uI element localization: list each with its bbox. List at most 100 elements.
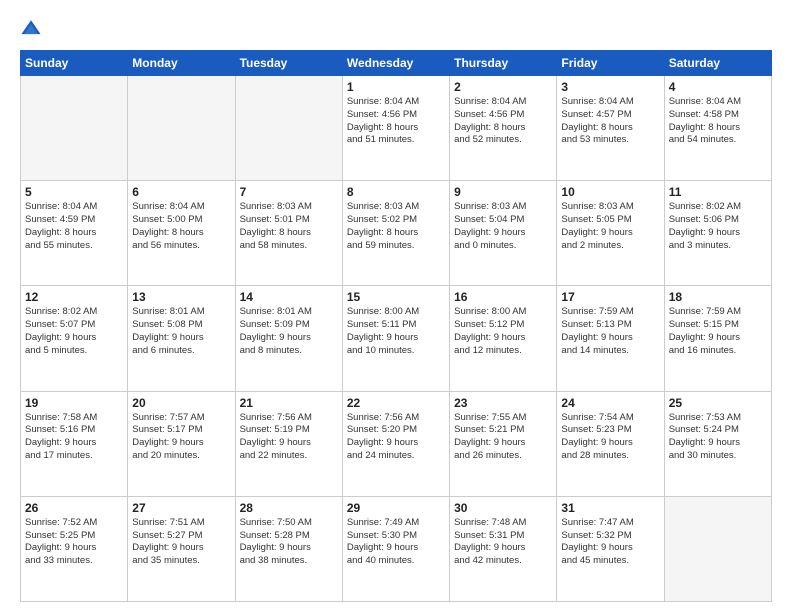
- day-cell: 21 Sunrise: 7:56 AM Sunset: 5:19 PM Dayli…: [235, 391, 342, 496]
- day-detail: Sunrise: 7:54 AM Sunset: 5:23 PM Dayligh…: [561, 412, 659, 463]
- day-cell: 14 Sunrise: 8:01 AM Sunset: 5:09 PM Dayli…: [235, 286, 342, 391]
- day-detail: Sunrise: 8:02 AM Sunset: 5:07 PM Dayligh…: [25, 306, 123, 357]
- day-detail: Sunrise: 8:04 AM Sunset: 4:58 PM Dayligh…: [669, 96, 767, 147]
- day-number: 27: [132, 501, 230, 515]
- day-number: 30: [454, 501, 552, 515]
- day-detail: Sunrise: 8:03 AM Sunset: 5:02 PM Dayligh…: [347, 201, 445, 252]
- day-number: 18: [669, 290, 767, 304]
- logo-icon: [20, 18, 42, 40]
- day-detail: Sunrise: 8:04 AM Sunset: 4:57 PM Dayligh…: [561, 96, 659, 147]
- day-number: 23: [454, 396, 552, 410]
- day-number: 16: [454, 290, 552, 304]
- day-detail: Sunrise: 7:56 AM Sunset: 5:20 PM Dayligh…: [347, 412, 445, 463]
- day-cell: 18 Sunrise: 7:59 AM Sunset: 5:15 PM Dayli…: [664, 286, 771, 391]
- day-detail: Sunrise: 7:49 AM Sunset: 5:30 PM Dayligh…: [347, 517, 445, 568]
- day-number: 4: [669, 80, 767, 94]
- day-cell: 4 Sunrise: 8:04 AM Sunset: 4:58 PM Daylig…: [664, 76, 771, 181]
- weekday-header-row: SundayMondayTuesdayWednesdayThursdayFrid…: [21, 51, 772, 76]
- weekday-header-thursday: Thursday: [450, 51, 557, 76]
- day-detail: Sunrise: 7:48 AM Sunset: 5:31 PM Dayligh…: [454, 517, 552, 568]
- day-detail: Sunrise: 7:59 AM Sunset: 5:13 PM Dayligh…: [561, 306, 659, 357]
- week-row-3: 12 Sunrise: 8:02 AM Sunset: 5:07 PM Dayli…: [21, 286, 772, 391]
- day-detail: Sunrise: 7:57 AM Sunset: 5:17 PM Dayligh…: [132, 412, 230, 463]
- day-cell: 1 Sunrise: 8:04 AM Sunset: 4:56 PM Daylig…: [342, 76, 449, 181]
- day-detail: Sunrise: 8:04 AM Sunset: 4:59 PM Dayligh…: [25, 201, 123, 252]
- day-detail: Sunrise: 7:53 AM Sunset: 5:24 PM Dayligh…: [669, 412, 767, 463]
- day-cell: 28Sunrise: 7:50 AM Sunset: 5:28 PM Dayli…: [235, 496, 342, 601]
- day-cell: 24Sunrise: 7:54 AM Sunset: 5:23 PM Dayli…: [557, 391, 664, 496]
- day-number: 15: [347, 290, 445, 304]
- weekday-header-saturday: Saturday: [664, 51, 771, 76]
- day-number: 2: [454, 80, 552, 94]
- day-number: 10: [561, 185, 659, 199]
- day-number: 11: [669, 185, 767, 199]
- calendar: SundayMondayTuesdayWednesdayThursdayFrid…: [20, 50, 772, 602]
- day-detail: Sunrise: 8:03 AM Sunset: 5:05 PM Dayligh…: [561, 201, 659, 252]
- day-cell: 2Sunrise: 8:04 AM Sunset: 4:56 PM Daylig…: [450, 76, 557, 181]
- weekday-header-sunday: Sunday: [21, 51, 128, 76]
- day-detail: Sunrise: 7:59 AM Sunset: 5:15 PM Dayligh…: [669, 306, 767, 357]
- day-detail: Sunrise: 7:47 AM Sunset: 5:32 PM Dayligh…: [561, 517, 659, 568]
- day-detail: Sunrise: 8:00 AM Sunset: 5:12 PM Dayligh…: [454, 306, 552, 357]
- day-number: 17: [561, 290, 659, 304]
- day-number: 25: [669, 396, 767, 410]
- weekday-header-wednesday: Wednesday: [342, 51, 449, 76]
- day-detail: Sunrise: 7:58 AM Sunset: 5:16 PM Dayligh…: [25, 412, 123, 463]
- day-number: 3: [561, 80, 659, 94]
- day-cell: 27 Sunrise: 7:51 AM Sunset: 5:27 PM Dayli…: [128, 496, 235, 601]
- header: [20, 18, 772, 40]
- day-number: 6: [132, 185, 230, 199]
- day-cell: 30 Sunrise: 7:48 AM Sunset: 5:31 PM Dayli…: [450, 496, 557, 601]
- day-number: 1: [347, 80, 445, 94]
- day-cell: 5 Sunrise: 8:04 AM Sunset: 4:59 PM Daylig…: [21, 181, 128, 286]
- week-row-4: 19 Sunrise: 7:58 AM Sunset: 5:16 PM Dayli…: [21, 391, 772, 496]
- day-cell: [235, 76, 342, 181]
- day-number: 8: [347, 185, 445, 199]
- week-row-1: 1 Sunrise: 8:04 AM Sunset: 4:56 PM Daylig…: [21, 76, 772, 181]
- day-number: 19: [25, 396, 123, 410]
- day-cell: 13 Sunrise: 8:01 AM Sunset: 5:08 PM Dayli…: [128, 286, 235, 391]
- day-detail: Sunrise: 8:01 AM Sunset: 5:09 PM Dayligh…: [240, 306, 338, 357]
- day-cell: 19 Sunrise: 7:58 AM Sunset: 5:16 PM Dayli…: [21, 391, 128, 496]
- day-detail: Sunrise: 8:04 AM Sunset: 4:56 PM Dayligh…: [347, 96, 445, 147]
- week-row-2: 5 Sunrise: 8:04 AM Sunset: 4:59 PM Daylig…: [21, 181, 772, 286]
- day-number: 14: [240, 290, 338, 304]
- day-detail: Sunrise: 8:01 AM Sunset: 5:08 PM Dayligh…: [132, 306, 230, 357]
- day-cell: 11 Sunrise: 8:02 AM Sunset: 5:06 PM Dayli…: [664, 181, 771, 286]
- day-cell: 15 Sunrise: 8:00 AM Sunset: 5:11 PM Dayli…: [342, 286, 449, 391]
- day-cell: 3 Sunrise: 8:04 AM Sunset: 4:57 PM Daylig…: [557, 76, 664, 181]
- week-row-5: 26 Sunrise: 7:52 AM Sunset: 5:25 PM Dayli…: [21, 496, 772, 601]
- day-detail: Sunrise: 8:00 AM Sunset: 5:11 PM Dayligh…: [347, 306, 445, 357]
- day-detail: Sunrise: 7:52 AM Sunset: 5:25 PM Dayligh…: [25, 517, 123, 568]
- weekday-header-monday: Monday: [128, 51, 235, 76]
- day-number: 13: [132, 290, 230, 304]
- day-cell: 31Sunrise: 7:47 AM Sunset: 5:32 PM Dayli…: [557, 496, 664, 601]
- day-detail: Sunrise: 7:50 AM Sunset: 5:28 PM Dayligh…: [240, 517, 338, 568]
- day-cell: 29 Sunrise: 7:49 AM Sunset: 5:30 PM Dayli…: [342, 496, 449, 601]
- day-number: 26: [25, 501, 123, 515]
- day-cell: 9 Sunrise: 8:03 AM Sunset: 5:04 PM Daylig…: [450, 181, 557, 286]
- day-detail: Sunrise: 7:51 AM Sunset: 5:27 PM Dayligh…: [132, 517, 230, 568]
- day-cell: 7Sunrise: 8:03 AM Sunset: 5:01 PM Daylig…: [235, 181, 342, 286]
- day-detail: Sunrise: 8:04 AM Sunset: 5:00 PM Dayligh…: [132, 201, 230, 252]
- day-cell: 8 Sunrise: 8:03 AM Sunset: 5:02 PM Daylig…: [342, 181, 449, 286]
- day-detail: Sunrise: 8:02 AM Sunset: 5:06 PM Dayligh…: [669, 201, 767, 252]
- day-number: 21: [240, 396, 338, 410]
- day-cell: 12 Sunrise: 8:02 AM Sunset: 5:07 PM Dayli…: [21, 286, 128, 391]
- day-number: 9: [454, 185, 552, 199]
- day-detail: Sunrise: 7:56 AM Sunset: 5:19 PM Dayligh…: [240, 412, 338, 463]
- day-number: 12: [25, 290, 123, 304]
- page: SundayMondayTuesdayWednesdayThursdayFrid…: [0, 0, 792, 612]
- day-number: 5: [25, 185, 123, 199]
- weekday-header-tuesday: Tuesday: [235, 51, 342, 76]
- day-cell: [128, 76, 235, 181]
- day-cell: 6 Sunrise: 8:04 AM Sunset: 5:00 PM Daylig…: [128, 181, 235, 286]
- logo: [20, 18, 46, 40]
- day-number: 20: [132, 396, 230, 410]
- day-cell: [21, 76, 128, 181]
- day-cell: 20 Sunrise: 7:57 AM Sunset: 5:17 PM Dayli…: [128, 391, 235, 496]
- weekday-header-friday: Friday: [557, 51, 664, 76]
- day-cell: 10 Sunrise: 8:03 AM Sunset: 5:05 PM Dayli…: [557, 181, 664, 286]
- day-number: 29: [347, 501, 445, 515]
- day-detail: Sunrise: 8:03 AM Sunset: 5:04 PM Dayligh…: [454, 201, 552, 252]
